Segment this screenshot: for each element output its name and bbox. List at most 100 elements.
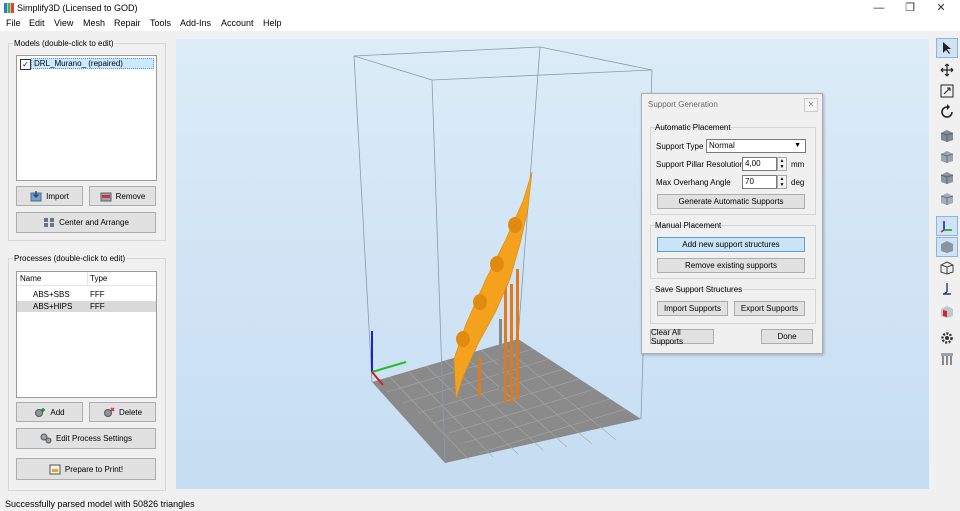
cross-section-icon[interactable] — [936, 279, 958, 299]
process-type: FFF — [90, 290, 105, 299]
window-title: Simplify3D (Licensed to GOD) — [17, 3, 138, 13]
prepare-print-icon — [49, 464, 61, 474]
maximize-button[interactable]: ❐ — [895, 0, 925, 16]
select-arrow-icon[interactable] — [936, 38, 958, 58]
move-icon[interactable] — [936, 60, 958, 80]
import-label: Import — [46, 191, 69, 201]
support-type-label: Support Type — [656, 142, 704, 151]
model-checkbox[interactable]: ✓ — [20, 59, 31, 70]
title-bar: Simplify3D (Licensed to GOD) — ❐ ✕ — [0, 0, 960, 16]
remove-supports-label: Remove existing supports — [684, 261, 778, 270]
overhang-angle-spinner[interactable]: ▲ ▼ — [777, 175, 787, 189]
menu-edit[interactable]: Edit — [29, 18, 45, 28]
pillar-resolution-input[interactable]: 4,00 — [742, 157, 777, 171]
export-supports-button[interactable]: Export Supports — [734, 301, 805, 316]
process-name: ABS+SBS — [33, 290, 70, 299]
cube-shaded-icon[interactable] — [936, 237, 958, 257]
pillar-resolution-value: 4,00 — [745, 159, 761, 168]
delete-label: Delete — [118, 407, 143, 417]
status-bar: Successfully parsed model with 50826 tri… — [0, 497, 960, 511]
pillar-resolution-unit: mm — [791, 160, 805, 169]
processes-table[interactable]: Name Type ABS+SBS FFF ABS+HIPS FFF — [16, 271, 157, 398]
center-arrange-button[interactable]: Center and Arrange — [16, 212, 156, 233]
clear-supports-label: Clear All Supports — [651, 327, 684, 346]
support-generation-dialog: Support Generation ✕ Automatic Placement… — [641, 93, 823, 354]
menu-account[interactable]: Account — [221, 18, 254, 28]
menu-file[interactable]: File — [6, 18, 21, 28]
cube-wireframe-icon[interactable] — [936, 258, 958, 278]
cube-side-icon[interactable] — [936, 168, 958, 188]
menu-bar: File Edit View Mesh Repair Tools Add-Ins… — [0, 16, 960, 31]
remove-label: Remove — [115, 191, 146, 201]
support-pillars-icon[interactable] — [936, 349, 958, 369]
delete-gear-icon — [103, 406, 115, 417]
chevron-down-icon: ▼ — [794, 142, 801, 149]
menu-add-ins[interactable]: Add-Ins — [180, 18, 211, 28]
remove-button[interactable]: Remove — [89, 186, 156, 206]
center-arrange-label: Center and Arrange — [59, 218, 129, 227]
processes-group-title: Processes (double-click to edit) — [13, 254, 127, 263]
close-window-button[interactable]: ✕ — [926, 0, 956, 16]
menu-mesh[interactable]: Mesh — [83, 18, 105, 28]
model-name: DRL_Murano_ (repaired) — [34, 59, 123, 68]
delete-process-button[interactable]: Delete — [89, 402, 156, 422]
menu-help[interactable]: Help — [263, 18, 282, 28]
menu-repair[interactable]: Repair — [114, 18, 141, 28]
cube-front-icon[interactable] — [936, 147, 958, 167]
process-type: FFF — [90, 302, 105, 311]
prepare-label: Prepare to Print! — [64, 464, 124, 474]
add-label: Add — [50, 407, 65, 417]
overhang-angle-unit: deg — [791, 178, 805, 187]
automatic-placement-label: Automatic Placement — [655, 123, 731, 132]
dialog-close-button[interactable]: ✕ — [804, 98, 818, 112]
center-arrange-icon — [44, 218, 55, 227]
status-text: Successfully parsed model with 50826 tri… — [5, 499, 195, 509]
models-list[interactable]: ✓ DRL_Murano_ (repaired) — [16, 55, 157, 181]
done-label: Done — [777, 332, 797, 341]
column-header-type: Type — [90, 274, 108, 283]
add-support-structures-button[interactable]: Add new support structures — [657, 237, 805, 252]
rotate-icon[interactable] — [936, 102, 958, 122]
done-button[interactable]: Done — [761, 329, 813, 344]
cube-view-icon[interactable] — [936, 126, 958, 146]
gear-icon[interactable] — [936, 328, 958, 348]
minimize-button[interactable]: — — [864, 0, 894, 16]
prepare-to-print-button[interactable]: Prepare to Print! — [16, 458, 156, 480]
overhang-angle-value: 70 — [745, 177, 754, 186]
menu-tools[interactable]: Tools — [150, 18, 171, 28]
right-toolbar — [933, 36, 960, 489]
add-gear-icon — [35, 407, 46, 417]
generate-automatic-supports-button[interactable]: Generate Automatic Supports — [657, 194, 805, 209]
scale-icon[interactable] — [936, 81, 958, 101]
import-supports-label: Import Supports — [664, 304, 721, 313]
column-header-name: Name — [20, 274, 42, 283]
list-item[interactable]: ✓ DRL_Murano_ (repaired) — [20, 58, 154, 70]
y-axis — [371, 361, 407, 373]
export-supports-label: Export Supports — [740, 304, 799, 313]
import-supports-button[interactable]: Import Supports — [657, 301, 728, 316]
remove-existing-supports-button[interactable]: Remove existing supports — [657, 258, 805, 273]
table-row[interactable]: ABS+SBS FFF — [17, 289, 156, 300]
support-type-select[interactable]: Normal ▼ — [706, 139, 806, 153]
remove-cube-icon — [100, 192, 112, 201]
pillar-resolution-spinner[interactable]: ▲ ▼ — [777, 157, 787, 171]
cube-top-icon[interactable] — [936, 189, 958, 209]
import-button[interactable]: Import — [16, 186, 83, 206]
import-cube-icon — [30, 190, 42, 201]
cube-red-icon[interactable] — [936, 302, 958, 322]
save-support-structures-label: Save Support Structures — [655, 285, 743, 294]
models-group-title: Models (double-click to edit) — [13, 39, 115, 48]
menu-view[interactable]: View — [54, 18, 73, 28]
table-header: Name Type — [17, 272, 156, 286]
add-process-button[interactable]: Add — [16, 402, 83, 422]
column-divider — [87, 272, 88, 285]
app-logo-icon — [4, 3, 14, 13]
add-supports-label: Add new support structures — [682, 240, 780, 249]
manual-placement-label: Manual Placement — [655, 221, 722, 230]
overhang-angle-label: Max Overhang Angle — [656, 178, 731, 187]
axes-icon[interactable] — [936, 216, 958, 236]
table-row[interactable]: ABS+HIPS FFF — [17, 301, 156, 312]
edit-process-settings-button[interactable]: Edit Process Settings — [16, 428, 156, 449]
overhang-angle-input[interactable]: 70 — [742, 175, 777, 189]
clear-all-supports-button[interactable]: Clear All Supports — [650, 327, 714, 346]
